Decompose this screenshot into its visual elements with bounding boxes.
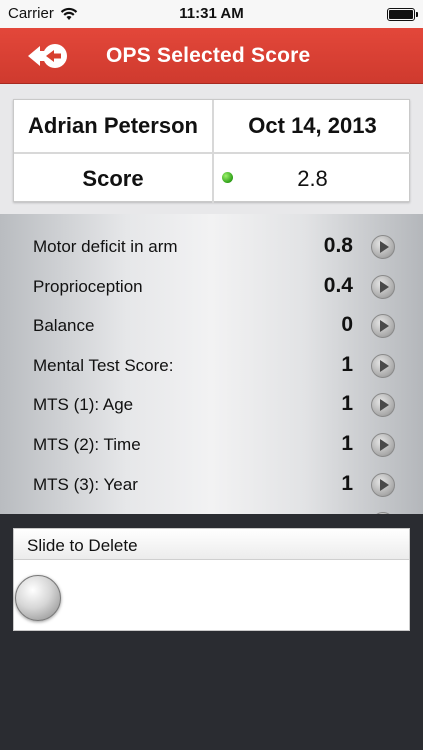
score-date: Oct 14, 2013 (248, 113, 377, 138)
list-item[interactable]: Balance 0 (0, 306, 423, 346)
play-icon[interactable] (371, 473, 395, 497)
divider (14, 152, 411, 154)
slide-to-delete-knob[interactable] (15, 575, 61, 621)
list-item[interactable]: Proprioception 0.4 (0, 267, 423, 307)
score-value: 2.8 (297, 165, 328, 191)
nav-bar: OPS Selected Score (0, 28, 423, 84)
status-time: 11:31 AM (179, 5, 244, 22)
metrics-list[interactable]: Motor deficit in arm 0.8 Proprioception … (0, 214, 423, 514)
metric-label: MTS (3): Year (33, 475, 138, 494)
metric-label: Balance (33, 316, 95, 335)
metric-label: Mental Test Score: (33, 356, 174, 375)
summary-area: Adrian Peterson Oct 14, 2013 Score 2.8 (0, 84, 423, 214)
play-icon[interactable] (371, 512, 395, 514)
status-dot-icon (222, 172, 233, 183)
metric-value: 1 (341, 432, 353, 455)
metric-value: 0 (341, 313, 353, 336)
back-arrow-icon (28, 44, 67, 68)
metric-value: 0.4 (323, 274, 353, 297)
slide-to-delete-label: Slide to Delete (27, 536, 138, 555)
delete-header: Slide to Delete (14, 529, 409, 560)
metric-value: 0.8 (323, 234, 353, 257)
play-icon[interactable] (371, 433, 395, 457)
list-item[interactable]: MTS (3): Year 1 (0, 465, 423, 505)
battery-icon (387, 8, 418, 21)
summary-card: Adrian Peterson Oct 14, 2013 Score 2.8 (13, 99, 411, 203)
play-icon[interactable] (371, 235, 395, 259)
patient-name: Adrian Peterson (28, 113, 198, 138)
metric-label: MTS (1): Age (33, 395, 134, 414)
metric-label: MTS (2): Time (33, 435, 141, 454)
score-label: Score (82, 165, 144, 191)
play-icon[interactable] (371, 275, 395, 299)
list-item[interactable]: MTS (1): Age 1 (0, 385, 423, 425)
page-title: OPS Selected Score (106, 44, 311, 67)
metric-label: Proprioception (33, 277, 143, 296)
slide-to-delete-panel: Slide to Delete (13, 528, 410, 631)
back-button[interactable] (22, 40, 74, 72)
status-bar: Carrier 11:31 AM (0, 0, 423, 28)
metric-value: 1 (341, 472, 353, 495)
metric-label: Motor deficit in arm (33, 237, 178, 256)
play-icon[interactable] (371, 354, 395, 378)
play-icon[interactable] (371, 393, 395, 417)
list-item[interactable]: Motor deficit in arm 0.8 (0, 227, 423, 267)
metric-value: 1 (341, 392, 353, 415)
metric-value: 1 (341, 353, 353, 376)
list-item[interactable]: Mental Test Score: 1 (0, 346, 423, 386)
play-icon[interactable] (371, 314, 395, 338)
list-item[interactable]: MTS (2): Time 1 (0, 425, 423, 465)
list-item-partial (0, 504, 423, 514)
